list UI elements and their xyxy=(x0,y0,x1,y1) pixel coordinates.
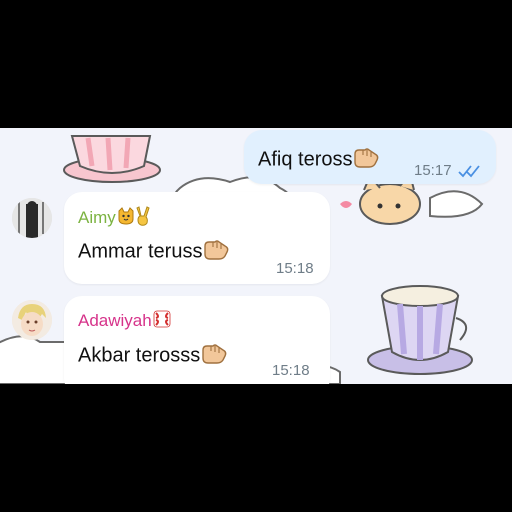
sender-name-aimy[interactable]: Aimy xyxy=(78,206,150,231)
message-outgoing-1[interactable]: Afiq teross 15:17 xyxy=(244,130,496,184)
message-text: Ammar teruss xyxy=(78,238,231,266)
message-time: 15:18 xyxy=(276,260,314,277)
message-text: Akbar terosss xyxy=(78,342,229,370)
message-time: 15:17 xyxy=(414,162,452,179)
message-incoming-adawiyah[interactable]: Adawiyah Akbar terosss 15:18 xyxy=(64,296,330,384)
pointing-hand-emoji xyxy=(353,146,381,174)
anger-symbol-emoji xyxy=(153,310,171,333)
pointing-hand-emoji xyxy=(201,342,229,370)
avatar-aimy[interactable] xyxy=(12,198,52,238)
double-check-read-icon xyxy=(458,165,480,178)
anime-character-avatar-icon xyxy=(12,300,52,340)
pointing-hand-emoji xyxy=(203,238,231,266)
message-incoming-aimy[interactable]: Aimy Ammar teruss 15:18 xyxy=(64,192,330,284)
message-text: Afiq teross xyxy=(258,146,381,174)
sender-name-adawiyah[interactable]: Adawiyah xyxy=(78,310,171,333)
cat-face-emoji xyxy=(117,207,135,230)
teacup-doodle-top-left xyxy=(63,135,161,183)
dark-person-avatar-icon xyxy=(12,198,52,238)
victory-hand-emoji xyxy=(136,206,150,231)
message-time: 15:18 xyxy=(272,362,310,379)
cloud-doodle-left xyxy=(0,335,71,384)
teacup-doodle-bottom-right xyxy=(367,285,473,375)
chat-area[interactable]: Afiq teross 15:17 Aimy Ammar teruss 15:1… xyxy=(0,128,512,384)
avatar-adawiyah[interactable] xyxy=(12,300,52,340)
